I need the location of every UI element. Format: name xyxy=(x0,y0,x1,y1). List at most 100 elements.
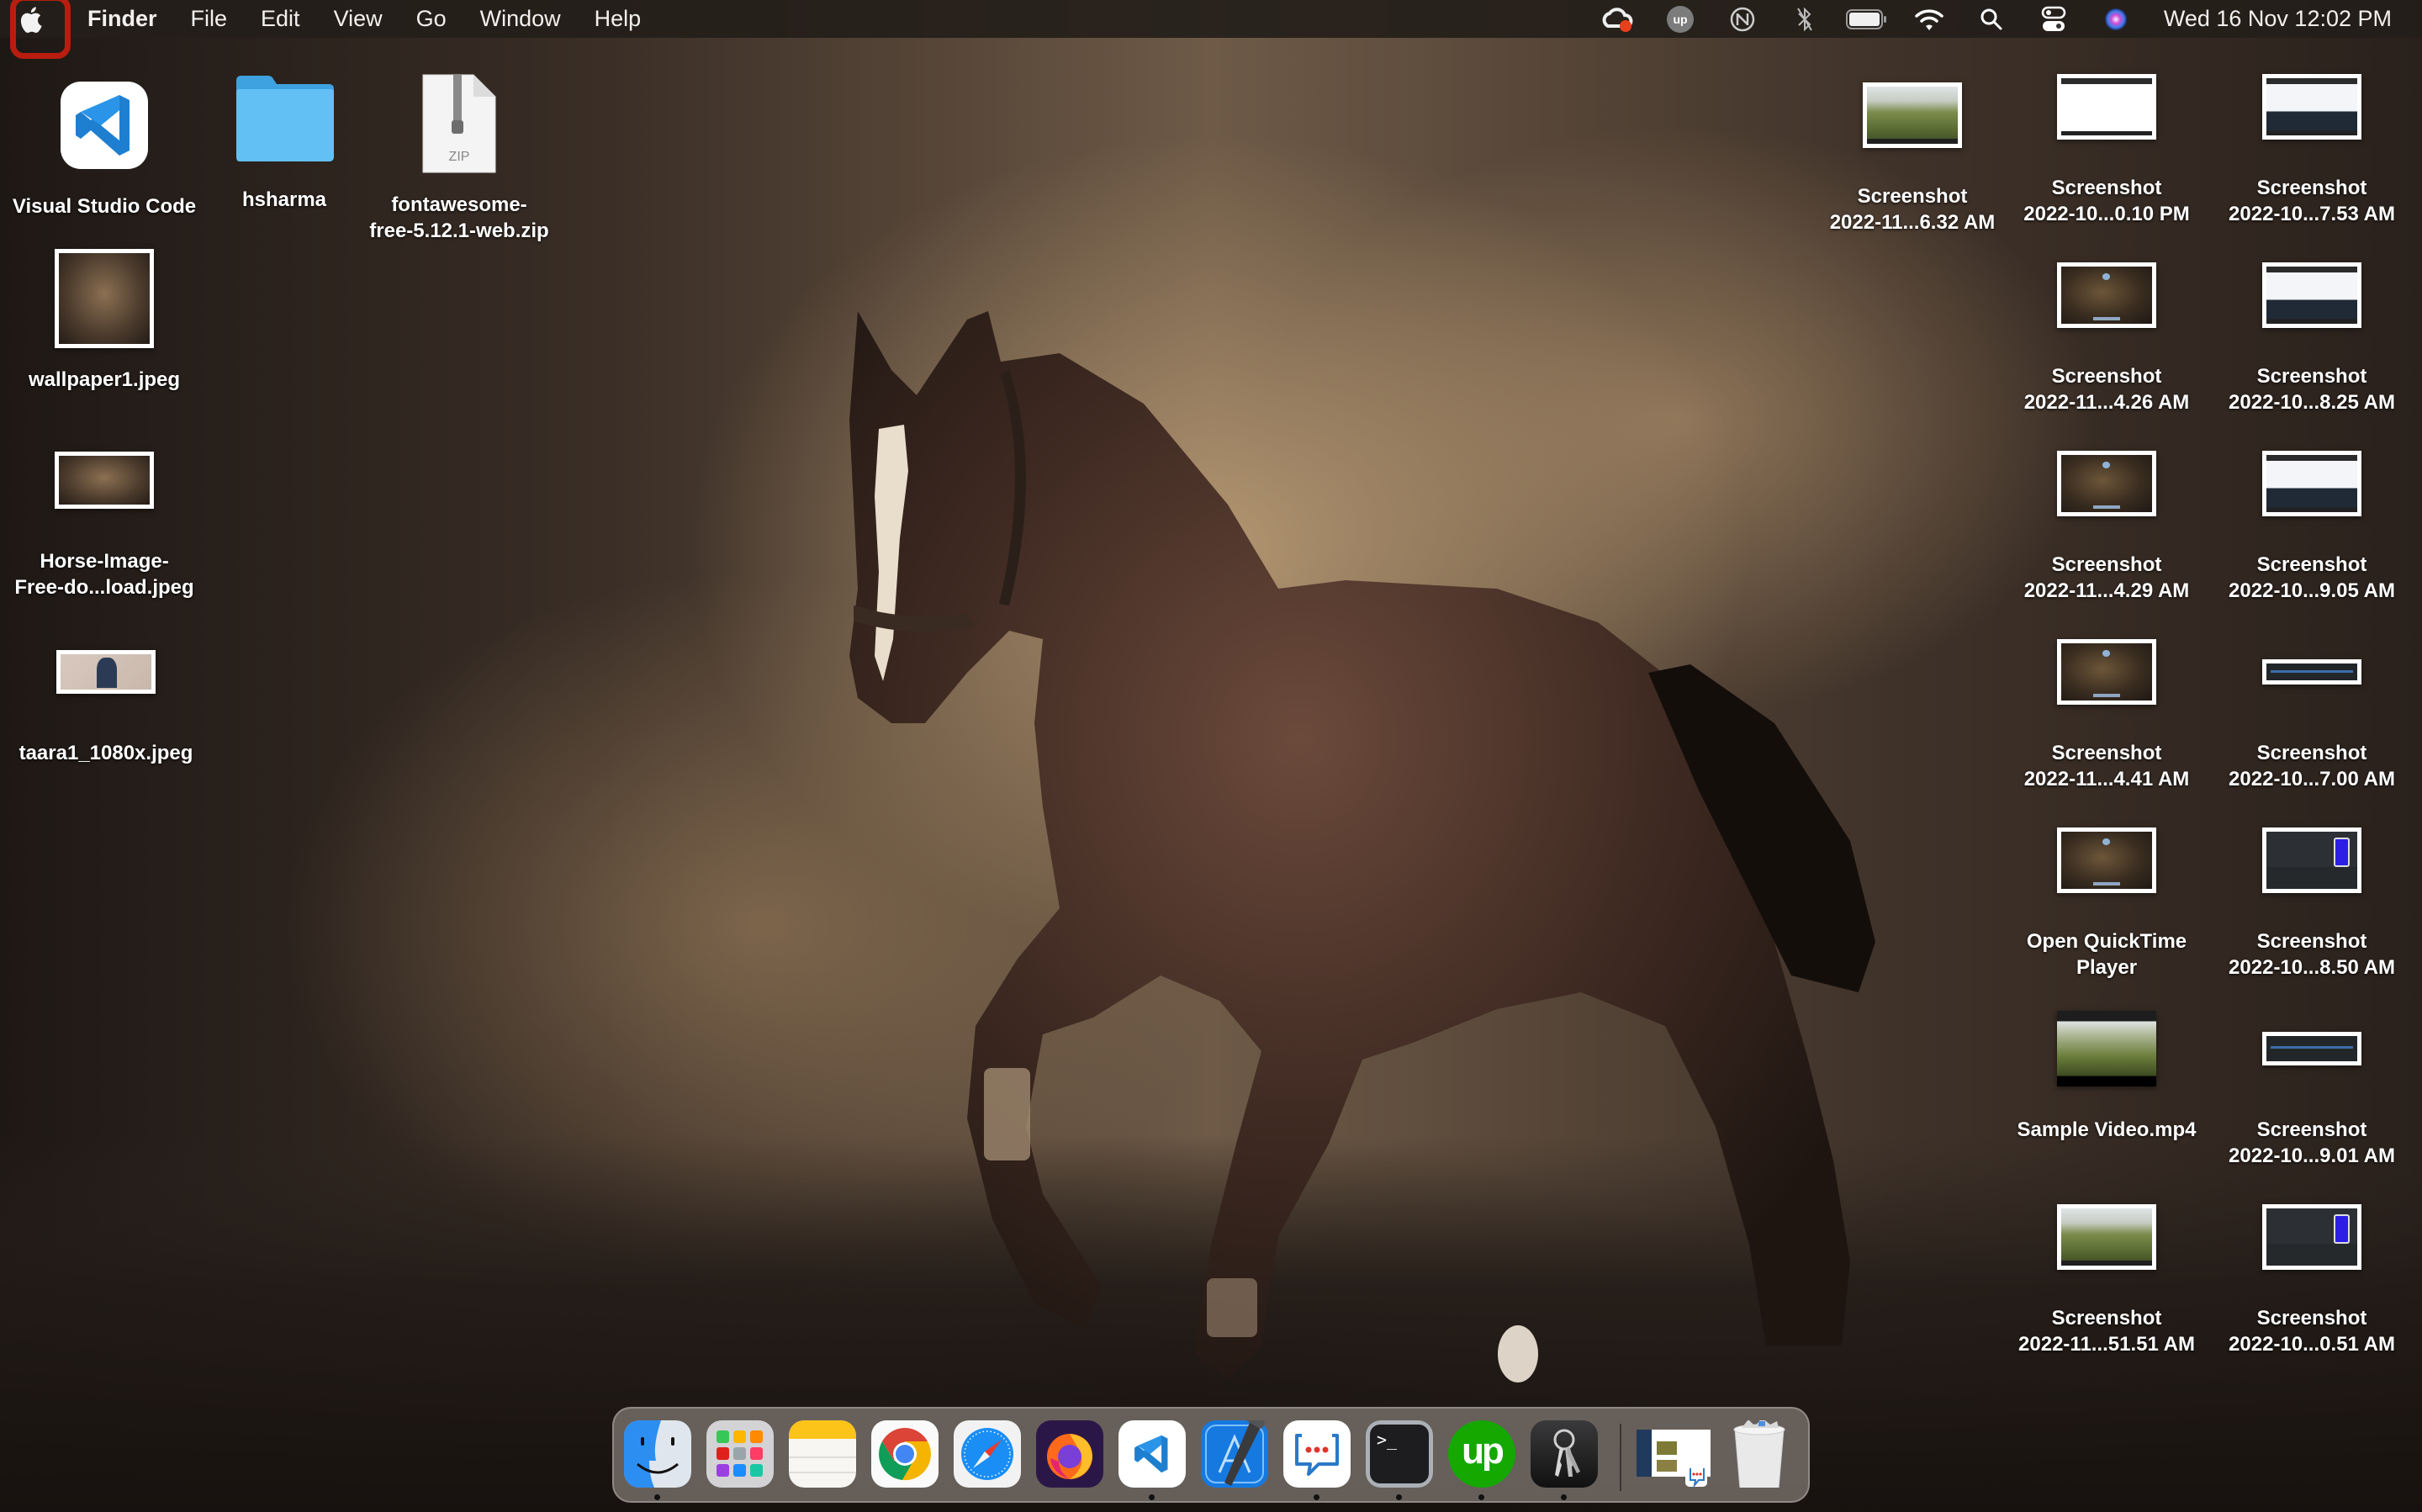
running-indicator xyxy=(1478,1494,1484,1500)
dock-launchpad[interactable] xyxy=(706,1420,774,1488)
desktop-icon-label: Screenshot 2022-11...51.51 AM xyxy=(2018,1307,2195,1356)
running-indicator xyxy=(1561,1494,1567,1500)
menu-app-finder[interactable]: Finder xyxy=(61,0,174,38)
apple-menu[interactable] xyxy=(0,0,71,59)
icon-image-wrap xyxy=(2006,609,2208,735)
menu-edit[interactable]: Edit xyxy=(244,0,317,38)
desktop-icon-screenshot[interactable]: Screenshot 2022-10...8.50 AM xyxy=(2211,797,2413,981)
bluetooth-off-icon[interactable] xyxy=(1774,0,1836,38)
desktop-icon-label: Screenshot 2022-10...0.51 AM xyxy=(2229,1307,2395,1356)
status-menus: up Wed 16 Nov 12:02 PM xyxy=(1587,0,2422,38)
desktop-icon-label: Screenshot 2022-10...9.01 AM xyxy=(2229,1118,2395,1167)
creative-cloud-icon[interactable] xyxy=(1587,0,1649,38)
svg-text:up: up xyxy=(1673,13,1687,26)
image-thumbnail xyxy=(1863,82,1962,148)
desktop-icon-screenshot[interactable]: Screenshot 2022-11...4.29 AM xyxy=(2006,420,2208,604)
dock-trash[interactable] xyxy=(1726,1420,1793,1488)
chat-bubble-icon xyxy=(1295,1434,1339,1476)
desktop-icon-screenshot[interactable]: Screenshot 2022-10...0.10 PM xyxy=(2006,44,2208,227)
apple-icon xyxy=(20,6,42,33)
running-indicator xyxy=(1314,1494,1319,1500)
desktop-icon-label: wallpaper1.jpeg xyxy=(28,368,181,391)
dock: >_ up xyxy=(612,1407,1810,1503)
notes-icon xyxy=(789,1420,856,1488)
icon-image-wrap xyxy=(3,62,205,188)
icon-image-wrap xyxy=(3,417,205,543)
image-thumbnail xyxy=(2262,74,2361,140)
siri-icon[interactable] xyxy=(2085,0,2147,38)
dock-upwork[interactable]: up xyxy=(1448,1420,1515,1488)
image-thumbnail xyxy=(2057,1204,2156,1270)
vscode-icon xyxy=(61,82,148,169)
desktop-icon-label: Sample Video.mp4 xyxy=(2017,1118,2197,1141)
desktop-icon-label: Screenshot 2022-11...6.32 AM xyxy=(1829,185,1996,234)
folder-icon xyxy=(236,76,334,161)
zip-archive-icon: ZIP xyxy=(422,74,496,173)
image-thumbnail xyxy=(2057,451,2156,516)
menu-file[interactable]: File xyxy=(174,0,245,38)
desktop-icon-screenshot[interactable]: Screenshot 2022-10...7.53 AM xyxy=(2211,44,2413,227)
menu-go[interactable]: Go xyxy=(399,0,463,38)
battery-icon[interactable] xyxy=(1836,0,1898,38)
dock-notes[interactable] xyxy=(789,1420,856,1488)
icon-image-wrap xyxy=(2006,420,2208,547)
desktop-icon-label: Screenshot 2022-10...8.50 AM xyxy=(2229,930,2395,979)
icon-image-wrap xyxy=(2211,609,2413,735)
wifi-icon[interactable] xyxy=(1898,0,1960,38)
desktop-icon-screenshot[interactable]: Screenshot 2022-10...7.00 AM xyxy=(2211,609,2413,792)
desktop-icon-screenshot[interactable]: Screenshot 2022-11...6.32 AM xyxy=(1811,52,2013,235)
desktop-icon-label: taara1_1080x.jpeg xyxy=(19,742,193,764)
dock-google-chrome[interactable] xyxy=(871,1420,939,1488)
desktop-icon-wallpaper1[interactable]: wallpaper1.jpeg xyxy=(3,235,205,393)
dock-speech-app[interactable] xyxy=(1283,1420,1351,1488)
desktop-icon-horse-image[interactable]: Horse-Image- Free-do...load.jpeg xyxy=(3,417,205,600)
desktop-icon-screenshot[interactable]: Screenshot 2022-11...51.51 AM xyxy=(2006,1174,2208,1357)
menu-bar: Finder File Edit View Go Window Help up xyxy=(0,0,2422,59)
desktop-icon-screenshot[interactable]: Screenshot 2022-11...4.26 AM xyxy=(2006,232,2208,415)
finder-icon xyxy=(624,1420,691,1488)
image-thumbnail xyxy=(2262,1204,2361,1270)
desktop-icon-screenshot[interactable]: Screenshot 2022-10...0.51 AM xyxy=(2211,1174,2413,1357)
chrome-icon xyxy=(879,1428,931,1481)
desktop-icon-open-quicktime[interactable]: Open QuickTime Player xyxy=(2006,797,2208,981)
icon-image-wrap xyxy=(1811,52,2013,178)
xcode-icon xyxy=(1205,1420,1265,1486)
icon-image-wrap xyxy=(2006,1174,2208,1300)
minimized-window-thumbnail xyxy=(1637,1430,1711,1488)
desktop-icon-sample-video[interactable]: Sample Video.mp4 xyxy=(2006,986,2208,1143)
dock-finder[interactable] xyxy=(624,1420,691,1488)
dock-keychain-access[interactable] xyxy=(1531,1420,1598,1488)
desktop-icon-screenshot[interactable]: Screenshot 2022-10...9.01 AM xyxy=(2211,986,2413,1169)
image-thumbnail xyxy=(56,650,156,694)
desktop-icon-label: Open QuickTime Player xyxy=(2026,930,2187,979)
dock-firefox[interactable] xyxy=(1036,1420,1103,1488)
icon-image-wrap xyxy=(2006,232,2208,358)
desktop-icon-label: Screenshot 2022-11...4.29 AM xyxy=(2023,553,2190,602)
desktop-icon-label: Screenshot 2022-10...0.10 PM xyxy=(2023,177,2190,225)
terminal-icon: >_ xyxy=(1370,1425,1429,1483)
desktop-icon-hsharma-folder[interactable]: hsharma xyxy=(183,56,385,213)
menu-bar-clock[interactable]: Wed 16 Nov 12:02 PM xyxy=(2147,6,2422,32)
dock-xcode[interactable] xyxy=(1201,1420,1268,1488)
image-thumbnail xyxy=(2262,659,2361,685)
spotlight-search-icon[interactable] xyxy=(1960,0,2023,38)
menu-help[interactable]: Help xyxy=(578,0,658,38)
dock-terminal[interactable]: >_ xyxy=(1366,1420,1433,1488)
dock-vscode[interactable] xyxy=(1118,1420,1186,1488)
dock-safari[interactable] xyxy=(954,1420,1021,1488)
upwork-icon[interactable]: up xyxy=(1649,0,1711,38)
control-center-icon[interactable] xyxy=(2023,0,2085,38)
menu-view[interactable]: View xyxy=(317,0,399,38)
desktop-icon-screenshot[interactable]: Screenshot 2022-10...8.25 AM xyxy=(2211,232,2413,415)
desktop-icon-fontawesome-zip[interactable]: ZIP fontawesome- free-5.12.1-web.zip xyxy=(358,61,560,244)
desktop-icon-label: Screenshot 2022-10...7.00 AM xyxy=(2229,742,2395,790)
vscode-icon xyxy=(1134,1435,1168,1473)
dock-minimized-window[interactable] xyxy=(1635,1420,1712,1488)
menu-window[interactable]: Window xyxy=(463,0,578,38)
desktop-icon-screenshot[interactable]: Screenshot 2022-11...4.41 AM xyxy=(2006,609,2208,792)
desktop-icon-taara1[interactable]: taara1_1080x.jpeg xyxy=(5,609,207,766)
desktop-icon-screenshot[interactable]: Screenshot 2022-10...9.05 AM xyxy=(2211,420,2413,604)
upwork-icon: up xyxy=(1462,1430,1504,1472)
notion-icon[interactable] xyxy=(1711,0,1774,38)
icon-image-wrap: ZIP xyxy=(358,61,560,187)
